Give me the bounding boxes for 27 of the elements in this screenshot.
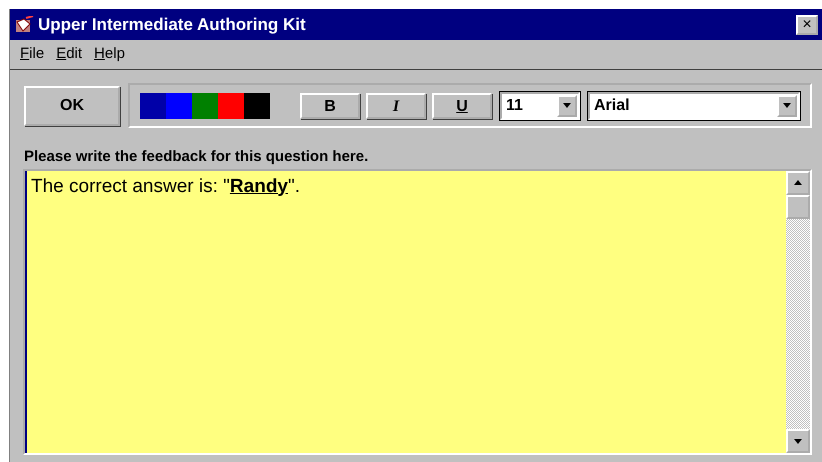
scroll-up-button[interactable] — [786, 170, 810, 194]
ok-button[interactable]: OK — [24, 86, 120, 126]
color-swatch[interactable] — [244, 92, 270, 118]
font-size-dropdown[interactable]: 11 — [500, 92, 580, 120]
color-swatch[interactable] — [218, 92, 244, 118]
down-arrow-icon — [794, 438, 802, 444]
feedback-text-area[interactable]: The correct answer is: "Randy". — [25, 170, 786, 453]
scroll-down-button[interactable] — [786, 429, 810, 453]
app-icon — [14, 16, 34, 34]
color-swatch[interactable] — [192, 92, 218, 118]
font-name-dropdown[interactable]: Arial — [588, 92, 800, 120]
instruction-label: Please write the feedback for this question here. — [24, 147, 370, 167]
color-swatch[interactable] — [140, 92, 166, 118]
color-swatch[interactable] — [166, 92, 192, 118]
bold-button[interactable]: B — [300, 92, 360, 118]
up-arrow-icon — [794, 180, 802, 185]
menu-item[interactable]: Help — [88, 43, 131, 66]
close-button[interactable]: × — [796, 14, 818, 34]
dropdown-arrow-icon — [783, 103, 791, 108]
menu-item[interactable]: Edit — [50, 43, 88, 66]
vertical-scrollbar[interactable] — [786, 170, 810, 453]
window-title: Upper Intermediate Authoring Kit — [38, 14, 306, 36]
underline-button[interactable]: U — [432, 92, 492, 118]
menu-item[interactable]: File — [14, 43, 50, 66]
scroll-thumb[interactable] — [786, 194, 810, 218]
italic-button[interactable]: I — [366, 92, 426, 118]
dropdown-arrow-icon — [563, 103, 571, 108]
